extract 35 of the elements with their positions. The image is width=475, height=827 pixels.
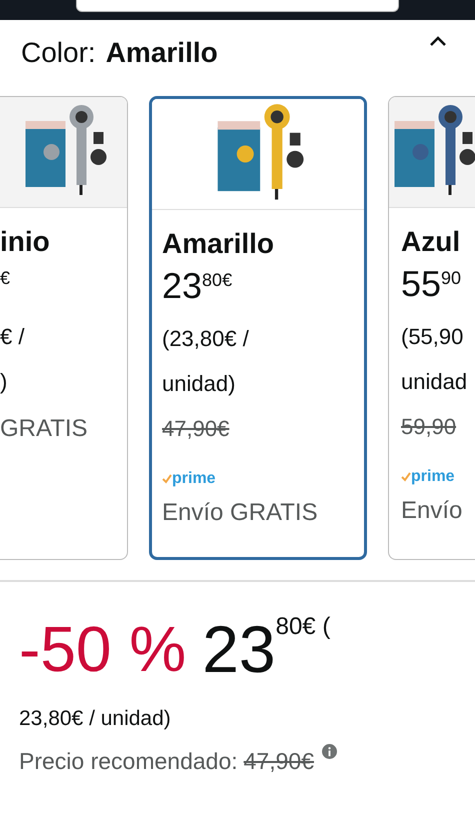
shipping-text: Envío GRATIS	[162, 498, 319, 528]
color-value: Amarillo	[106, 36, 218, 70]
list-price: 47,90€	[162, 415, 230, 443]
info-icon[interactable]	[322, 744, 337, 759]
variant-name: inio	[0, 225, 51, 259]
unit-price-text: (23,80€ /	[162, 325, 250, 353]
unit-price-text: unidad	[401, 368, 468, 396]
list-price: 47,90€	[244, 747, 314, 776]
price-fraction: 80€ (	[276, 612, 330, 642]
color-label: Color:	[21, 36, 96, 70]
shipping-text: Envío	[401, 496, 464, 526]
variant-name: Azul	[401, 225, 462, 259]
unit-price-text: € /	[0, 323, 26, 351]
shipping-text: GRATIS	[0, 414, 89, 444]
unit-price-text: (55,90	[401, 323, 464, 351]
discount-text: -50 %	[19, 612, 186, 687]
variant-price-fraction: €	[0, 267, 10, 290]
variant-price-fraction: 90	[441, 267, 462, 290]
unit-price-text: 23,80€ / unidad)	[19, 706, 172, 732]
list-price: 59,90	[401, 413, 456, 441]
list-price-label: Precio recomendado:	[19, 747, 238, 776]
check-icon	[401, 472, 411, 482]
variant-card[interactable]: inio € € / ) GRATIS	[0, 96, 128, 560]
prime-label: prime	[162, 471, 216, 487]
price-whole: 23	[202, 611, 276, 688]
variant-price-whole: 55	[401, 262, 442, 306]
unit-price-text: unidad)	[162, 370, 236, 398]
variant-price-whole: 23	[162, 264, 202, 308]
check-icon	[162, 474, 172, 484]
unit-price-text: )	[0, 368, 8, 396]
search-field[interactable]	[76, 0, 399, 12]
caret-icon[interactable]	[429, 35, 447, 47]
prime-label: prime	[401, 469, 455, 485]
variant-price-fraction: 80€	[202, 269, 232, 292]
variant-name: Amarillo	[162, 227, 276, 261]
